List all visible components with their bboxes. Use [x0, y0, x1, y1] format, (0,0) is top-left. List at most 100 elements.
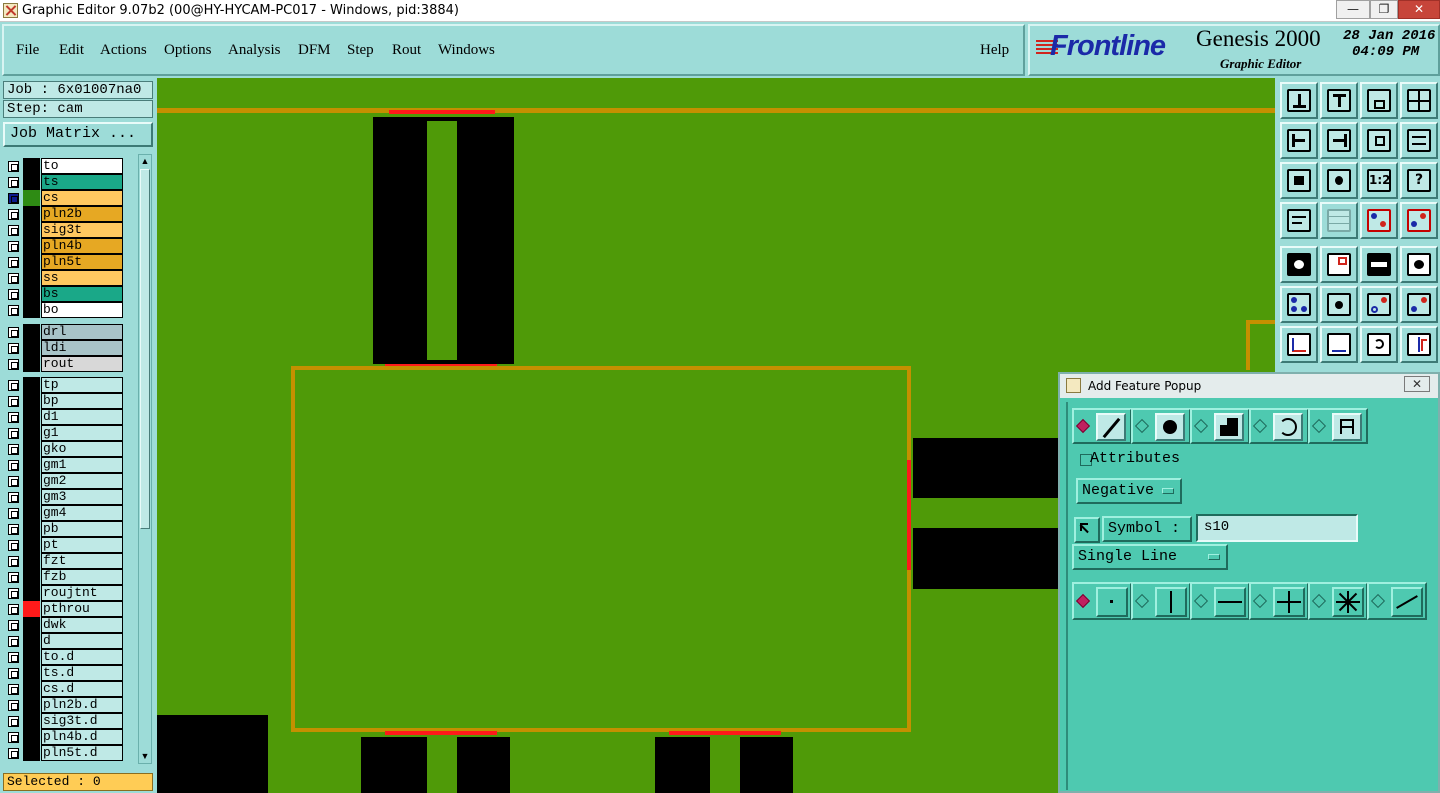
layer-name[interactable]: bs [41, 286, 123, 302]
layer-color-swatch[interactable] [23, 425, 40, 441]
rotate-icon[interactable] [1360, 326, 1398, 363]
layer-row[interactable]: pln2b.d [5, 697, 125, 713]
layer-checkbox[interactable] [8, 668, 19, 679]
layer-color-swatch[interactable] [23, 222, 40, 238]
feature-type-surface[interactable] [1190, 408, 1250, 444]
undo-view-icon[interactable] [1360, 122, 1398, 159]
layer-name[interactable]: pln5t.d [41, 745, 123, 761]
zoom-center-icon[interactable] [1320, 162, 1358, 199]
layer-color-swatch[interactable] [23, 521, 40, 537]
layer-row[interactable]: pln5t.d [5, 745, 125, 761]
layer-name[interactable]: ts.d [41, 665, 123, 681]
layer-color-swatch[interactable] [23, 633, 40, 649]
layer-row[interactable]: gm4 [5, 505, 125, 521]
text-feature-icon[interactable] [1332, 413, 1362, 441]
layer-checkbox[interactable] [8, 257, 19, 268]
layer-checkbox[interactable] [8, 588, 19, 599]
layer-color-swatch[interactable] [23, 254, 40, 270]
feature-type-arc[interactable] [1249, 408, 1309, 444]
layer-name[interactable]: pb [41, 521, 123, 537]
layer-row[interactable]: fzb [5, 569, 125, 585]
grid-icon[interactable] [1320, 202, 1358, 239]
layer-row[interactable]: cs [5, 190, 125, 206]
angle-tool-icon[interactable] [1280, 326, 1318, 363]
layer-color-swatch[interactable] [23, 174, 40, 190]
layer-row[interactable]: gm2 [5, 473, 125, 489]
layer-row[interactable]: dwk [5, 617, 125, 633]
layer-row[interactable]: to [5, 158, 125, 174]
layer-row[interactable]: sig3t.d [5, 713, 125, 729]
home-icon[interactable] [1360, 82, 1398, 119]
layer-color-swatch[interactable] [23, 302, 40, 318]
layer-row[interactable]: drl [5, 324, 125, 340]
mirror-icon[interactable] [1400, 326, 1438, 363]
layer-name[interactable]: pln4b.d [41, 729, 123, 745]
layer-row[interactable]: bp [5, 393, 125, 409]
minimize-button[interactable]: — [1336, 0, 1370, 19]
job-matrix-button[interactable]: Job Matrix ... [3, 122, 153, 147]
star-mode-icon[interactable] [1332, 587, 1364, 617]
layer-checkbox[interactable] [8, 636, 19, 647]
layer-checkbox[interactable] [8, 289, 19, 300]
net-connect-icon[interactable] [1280, 286, 1318, 323]
radio-icon[interactable] [1193, 593, 1209, 609]
menu-rout[interactable]: Rout [392, 42, 421, 59]
layer-name[interactable]: gm1 [41, 457, 123, 473]
draw-mode-star[interactable] [1308, 582, 1368, 620]
cross-mode-icon[interactable] [1273, 587, 1305, 617]
radio-icon[interactable] [1311, 418, 1327, 434]
layer-name[interactable]: pln5t [41, 254, 123, 270]
move-left-icon[interactable] [1280, 122, 1318, 159]
menu-help[interactable]: Help [980, 42, 1009, 59]
layer-color-swatch[interactable] [23, 697, 40, 713]
layer-row[interactable]: pln5t [5, 254, 125, 270]
layer-name[interactable]: to [41, 158, 123, 174]
layer-checkbox[interactable] [8, 460, 19, 471]
line-mode-select[interactable]: Single Line [1072, 544, 1228, 570]
layer-row[interactable]: d1 [5, 409, 125, 425]
layer-checkbox[interactable] [8, 273, 19, 284]
move-up-icon[interactable] [1280, 82, 1318, 119]
layer-checkbox[interactable] [8, 343, 19, 354]
menu-file[interactable]: File [16, 42, 39, 59]
feature-type-text[interactable] [1308, 408, 1368, 444]
menu-dfm[interactable]: DFM [298, 42, 331, 59]
layer-name[interactable]: ts [41, 174, 123, 190]
draw-mode-vertical[interactable] [1131, 582, 1191, 620]
layer-row[interactable]: pthrou [5, 601, 125, 617]
layer-name[interactable]: pln2b [41, 206, 123, 222]
maximize-button[interactable]: ❐ [1370, 0, 1398, 19]
pad-icon[interactable] [1400, 246, 1438, 283]
layer-color-swatch[interactable] [23, 324, 40, 340]
point-mode-icon[interactable] [1096, 587, 1128, 617]
layer-checkbox[interactable] [8, 209, 19, 220]
layer-color-swatch[interactable] [23, 537, 40, 553]
layer-color-swatch[interactable] [23, 489, 40, 505]
layer-checkbox[interactable] [8, 412, 19, 423]
zoom-one-to-two-icon[interactable]: 1:2 [1360, 162, 1398, 199]
layer-row[interactable]: ss [5, 270, 125, 286]
layer-color-swatch[interactable] [23, 457, 40, 473]
layer-row[interactable]: gm3 [5, 489, 125, 505]
line-feature-icon[interactable] [1096, 413, 1126, 441]
layer-name[interactable]: dwk [41, 617, 123, 633]
layer-color-swatch[interactable] [23, 681, 40, 697]
layer-row[interactable]: bo [5, 302, 125, 318]
zoom-fit-icon[interactable] [1280, 162, 1318, 199]
move-right-icon[interactable] [1320, 122, 1358, 159]
line-tool-icon[interactable] [1320, 326, 1358, 363]
layer-name[interactable]: cs [41, 190, 123, 206]
layer-row[interactable]: d [5, 633, 125, 649]
feature-type-pad[interactable] [1131, 408, 1191, 444]
layer-color-swatch[interactable] [23, 393, 40, 409]
radio-selected-icon[interactable] [1075, 593, 1091, 609]
layer-color-swatch[interactable] [23, 665, 40, 681]
arc-feature-icon[interactable] [1273, 413, 1303, 441]
menu-actions[interactable]: Actions [100, 42, 147, 59]
layer-name[interactable]: tp [41, 377, 123, 393]
layer-row[interactable]: tp [5, 377, 125, 393]
layer-checkbox[interactable] [8, 359, 19, 370]
layer-color-swatch[interactable] [23, 340, 40, 356]
layer-name[interactable]: bp [41, 393, 123, 409]
layer-color-swatch[interactable] [23, 729, 40, 745]
